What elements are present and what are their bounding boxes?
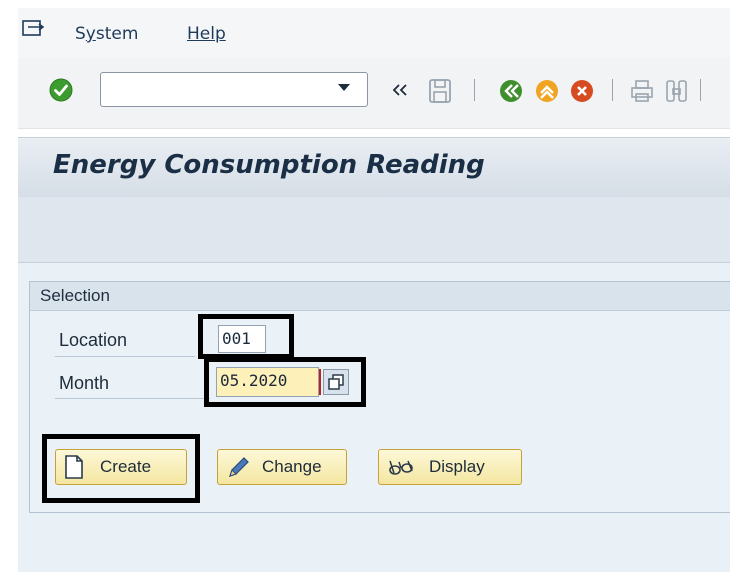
location-label: Location — [59, 330, 128, 350]
new-document-icon — [64, 455, 84, 479]
pencil-icon — [226, 454, 252, 480]
selection-group-title: Selection — [40, 286, 110, 305]
save-icon[interactable] — [428, 78, 452, 104]
create-button-label: Create — [100, 457, 152, 476]
create-button[interactable]: Create — [55, 449, 187, 485]
menu-help-label: Help — [187, 24, 226, 44]
double-chevron-icon[interactable] — [390, 80, 410, 100]
back-icon[interactable] — [499, 79, 523, 103]
menu-system[interactable]: System — [75, 24, 138, 44]
glasses-icon — [387, 456, 415, 478]
page-title: Energy Consumption Reading — [53, 150, 485, 180]
toolbar-separator — [474, 79, 475, 101]
month-field[interactable]: 05.2020 — [216, 367, 319, 397]
selection-group-header — [30, 282, 730, 311]
cancel-icon[interactable] — [570, 79, 594, 103]
enter-icon[interactable] — [49, 78, 73, 102]
value-help-icon[interactable] — [323, 369, 349, 395]
menu-system-label: System — [75, 24, 139, 44]
dropdown-icon[interactable] — [338, 84, 350, 91]
print-icon[interactable] — [629, 78, 655, 104]
menu-help[interactable]: Help — [187, 24, 226, 44]
display-button-label: Display — [429, 457, 485, 476]
month-label-underline — [55, 398, 210, 399]
application-toolbar — [18, 197, 730, 263]
location-label-underline — [55, 356, 195, 357]
toolbar-separator — [700, 79, 701, 101]
month-label: Month — [59, 373, 110, 393]
toolbar-separator — [612, 79, 613, 101]
change-button-label: Change — [262, 457, 322, 476]
change-button[interactable]: Change — [217, 449, 347, 485]
menu-icon[interactable] — [22, 20, 45, 38]
display-button[interactable]: Display — [378, 449, 522, 485]
text-cursor — [319, 369, 321, 395]
location-field[interactable]: 001 — [218, 325, 266, 353]
find-icon[interactable] — [664, 78, 690, 104]
command-field[interactable] — [100, 72, 368, 107]
exit-icon[interactable] — [535, 79, 559, 103]
